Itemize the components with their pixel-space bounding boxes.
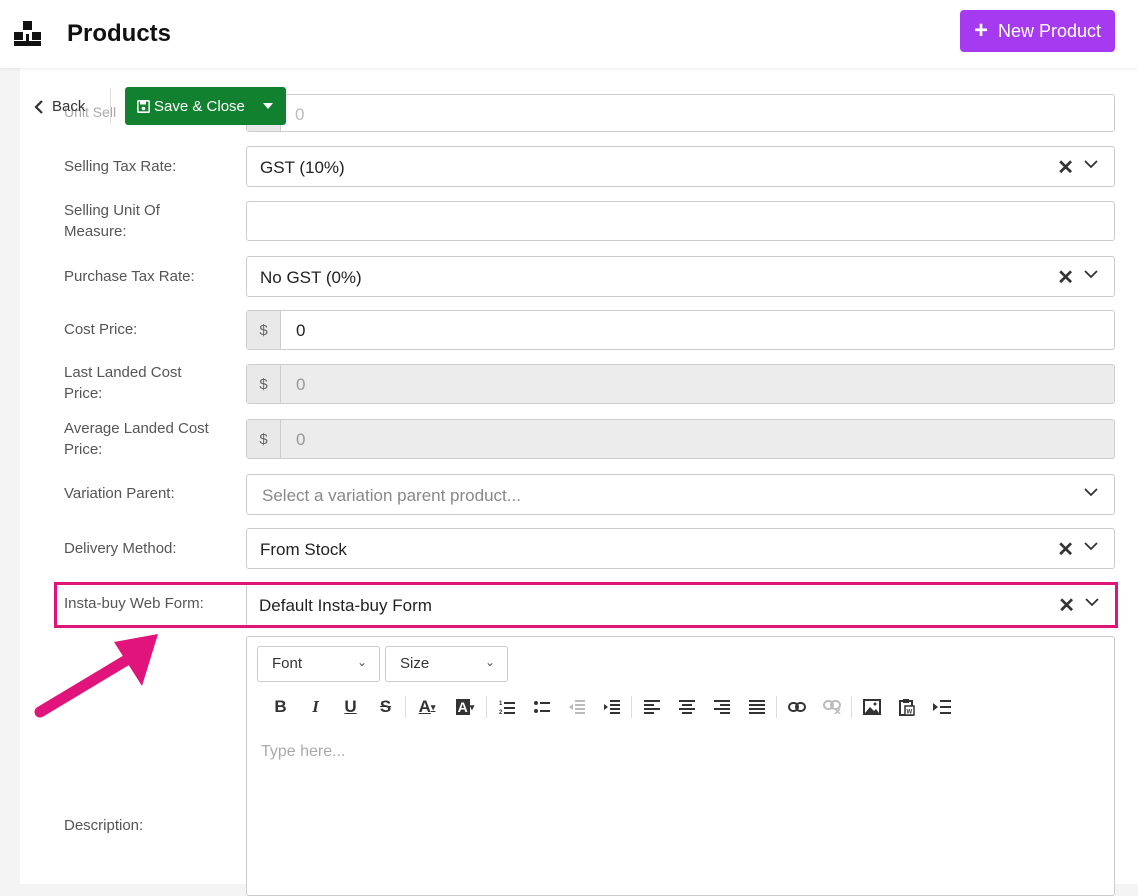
outdent-icon[interactable]: [559, 695, 594, 719]
delivery-method-value: From Stock: [260, 540, 347, 559]
chevron-down-icon[interactable]: [1084, 270, 1098, 279]
link-icon[interactable]: [779, 695, 814, 719]
insta-buy-form-value: Default Insta-buy Form: [259, 596, 432, 615]
selling-unit-input[interactable]: [246, 201, 1115, 241]
chevron-down-icon[interactable]: [1084, 488, 1098, 497]
description-label: Description:: [64, 817, 144, 834]
image-icon[interactable]: [854, 695, 889, 719]
svg-text:W: W: [906, 710, 912, 716]
toolbar-separator: [776, 696, 777, 718]
align-left-icon[interactable]: [634, 695, 669, 719]
variation-parent-placeholder: Select a variation parent product...: [262, 486, 521, 505]
align-justify-icon[interactable]: [739, 695, 774, 719]
variation-parent-label: Variation Parent:: [64, 485, 175, 502]
italic-icon[interactable]: I: [298, 695, 333, 719]
strikethrough-icon[interactable]: S: [368, 695, 403, 719]
back-button[interactable]: Back: [34, 98, 85, 115]
chevron-down-icon[interactable]: [1084, 542, 1098, 551]
last-landed-cost-input: $ 0: [246, 364, 1115, 404]
indent-icon[interactable]: [594, 695, 629, 719]
font-select-value: Font: [272, 655, 303, 672]
cost-price-input[interactable]: $ 0: [246, 310, 1115, 350]
avg-landed-cost-input: $ 0: [246, 419, 1115, 459]
paste-word-icon[interactable]: W: [889, 695, 924, 719]
font-select[interactable]: Font ⌄: [257, 646, 380, 682]
svg-text:1: 1: [499, 701, 503, 707]
insta-buy-form-label: Insta-buy Web Form:: [64, 595, 204, 612]
toolbar-separator: [486, 696, 487, 718]
new-product-button[interactable]: + New Product: [960, 10, 1115, 52]
annotation-arrow-icon: [34, 634, 158, 718]
delivery-method-select[interactable]: From Stock ✕: [246, 528, 1115, 569]
unlink-icon[interactable]: [814, 695, 849, 719]
chevron-left-icon: [34, 99, 43, 114]
size-select-value: Size: [400, 655, 430, 672]
chevron-down-icon[interactable]: [1084, 160, 1098, 169]
unit-sell-field[interactable]: 0: [246, 94, 1115, 132]
insert-block-icon[interactable]: [924, 695, 959, 719]
back-label: Back: [52, 98, 86, 115]
delivery-method-label: Delivery Method:: [64, 540, 177, 557]
purchase-tax-rate-label: Purchase Tax Rate:: [64, 268, 195, 285]
plus-icon: +: [973, 17, 988, 44]
page-title: Products: [67, 20, 172, 47]
toolbar-separator: [405, 696, 406, 718]
selling-tax-rate-label: Selling Tax Rate:: [64, 158, 177, 175]
variation-parent-select[interactable]: Select a variation parent product...: [246, 474, 1115, 515]
currency-addon: $: [247, 365, 281, 403]
cost-price-value: 0: [296, 321, 306, 340]
toolbar-separator: [851, 696, 852, 718]
currency-addon: $: [247, 311, 281, 349]
toolbar-separator: [631, 696, 632, 718]
align-center-icon[interactable]: [669, 695, 704, 719]
new-product-label: New Product: [997, 20, 1102, 41]
unordered-list-icon[interactable]: [524, 695, 559, 719]
save-icon: [137, 99, 150, 113]
chevron-down-icon[interactable]: [1085, 598, 1099, 607]
bold-icon[interactable]: B: [263, 695, 298, 719]
save-close-button[interactable]: Save & Close: [125, 98, 249, 115]
insta-buy-form-select[interactable]: Default Insta-buy Form ✕: [246, 585, 1115, 625]
editor-placeholder: Type here...: [261, 743, 346, 760]
clear-icon[interactable]: ✕: [1057, 265, 1074, 290]
caret-down-icon: [262, 103, 273, 109]
top-bar: Products + New Product: [0, 0, 1138, 68]
underline-icon[interactable]: U: [333, 695, 368, 719]
purchase-tax-rate-select[interactable]: No GST (0%) ✕: [246, 256, 1115, 297]
description-editor[interactable]: Font ⌄ Size ⌄ B I U S A ▾ A ▾ 12 W Type …: [246, 636, 1115, 896]
save-close-button-group: Save & Close: [125, 87, 286, 125]
text-color-icon[interactable]: A ▾: [408, 695, 446, 719]
unit-sell-value: 0: [295, 105, 305, 124]
purchase-tax-rate-value: No GST (0%): [260, 268, 362, 287]
clear-icon[interactable]: ✕: [1058, 593, 1075, 618]
last-landed-cost-label: Last Landed Cost Price:: [64, 364, 182, 402]
selling-tax-rate-value: GST (10%): [260, 158, 345, 177]
chevron-down-icon: ⌄: [356, 655, 367, 669]
svg-text:2: 2: [499, 710, 503, 715]
clear-icon[interactable]: ✕: [1057, 537, 1074, 562]
ordered-list-icon[interactable]: 12: [489, 695, 524, 719]
size-select[interactable]: Size ⌄: [385, 646, 508, 682]
save-close-label: Save & Close: [154, 97, 245, 115]
selling-unit-label: Selling Unit Of Measure:: [64, 202, 160, 240]
chevron-down-icon: ⌄: [484, 655, 495, 669]
highlight-color-icon[interactable]: A ▾: [446, 695, 484, 719]
cost-price-label: Cost Price:: [64, 321, 138, 338]
last-landed-cost-value: 0: [296, 375, 306, 394]
selling-tax-rate-select[interactable]: GST (10%) ✕: [246, 146, 1115, 187]
avg-landed-cost-label: Average Landed Cost Price:: [64, 420, 209, 458]
currency-addon: $: [247, 420, 281, 458]
avg-landed-cost-value: 0: [296, 430, 306, 449]
clear-icon[interactable]: ✕: [1057, 155, 1074, 180]
boxes-logo-icon: [14, 21, 41, 46]
editor-toolbar: B I U S A ▾ A ▾ 12 W: [263, 695, 959, 719]
toolbar-divider: [110, 88, 111, 124]
align-right-icon[interactable]: [704, 695, 739, 719]
save-options-dropdown[interactable]: [249, 103, 286, 109]
